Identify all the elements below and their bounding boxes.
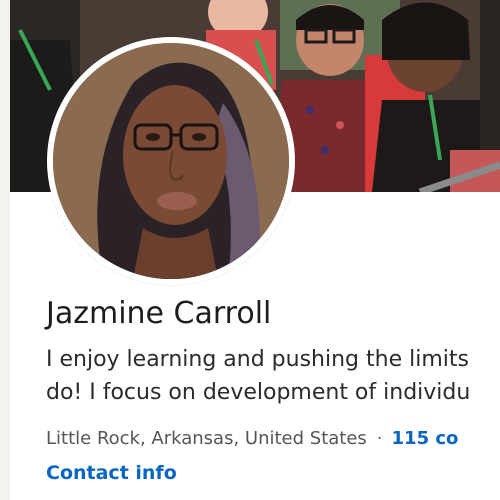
avatar-image bbox=[53, 43, 289, 279]
profile-page: Jazmine Carroll I enjoy learning and pus… bbox=[0, 0, 500, 500]
profile-headline: I enjoy learning and pushing the limits … bbox=[46, 343, 500, 409]
location-row: Little Rock, Arkansas, United States · 115… bbox=[46, 425, 500, 453]
contact-info-link[interactable]: Contact info bbox=[46, 459, 177, 487]
profile-photo[interactable] bbox=[53, 43, 289, 279]
headline-line-1: I enjoy learning and pushing the limits bbox=[46, 347, 469, 372]
location-separator: · bbox=[376, 428, 383, 449]
profile-card: Jazmine Carroll I enjoy learning and pus… bbox=[10, 0, 500, 500]
page-gutter bbox=[0, 0, 10, 500]
profile-location: Little Rock, Arkansas, United States bbox=[46, 428, 367, 449]
headline-line-2: do! I focus on development of individu bbox=[46, 380, 471, 405]
profile-name: Jazmine Carroll bbox=[46, 296, 272, 331]
connections-link[interactable]: 115 co bbox=[392, 428, 459, 449]
